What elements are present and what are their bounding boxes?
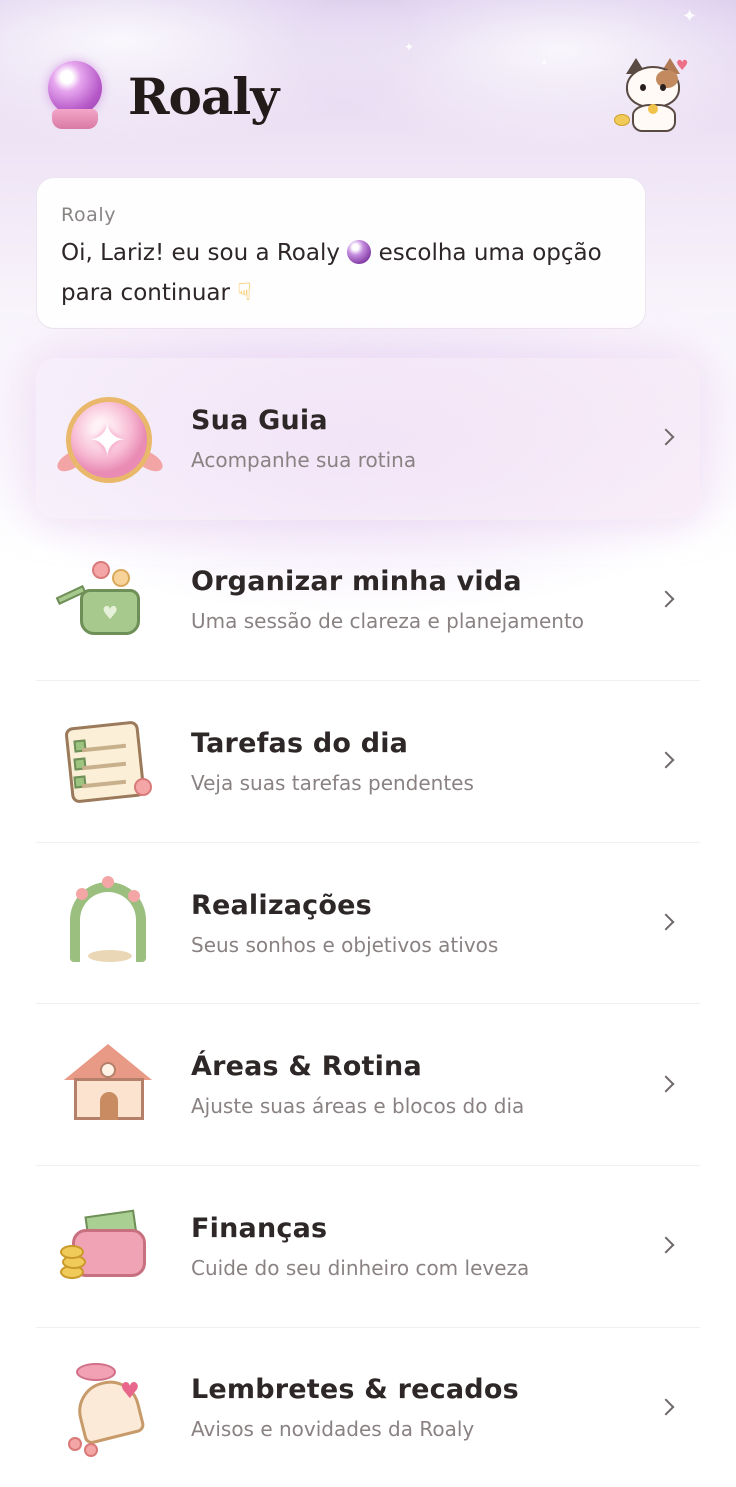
menu-item-title: Organizar minha vida [191, 566, 522, 598]
menu-item-subtitle: Ajuste suas áreas e blocos do dia [191, 1094, 525, 1119]
menu-item-subtitle: Cuide do seu dinheiro com leveza [191, 1255, 530, 1280]
menu-item-financas[interactable]: Finanças Cuide do seu dinheiro com levez… [36, 1166, 700, 1328]
menu-item-areas-rotina[interactable]: Áreas & Rotina Ajuste suas áreas e bloco… [36, 1004, 700, 1166]
message-text-part-1: Oi, Lariz! eu sou a Roaly [61, 240, 340, 266]
app-header: Roaly ♥ [44, 56, 692, 136]
chevron-right-icon [657, 913, 675, 931]
chevron-right-icon [657, 751, 675, 769]
menu-item-title: Finanças [191, 1212, 328, 1244]
chevron-right-icon [657, 428, 675, 446]
menu-item-subtitle: Acompanhe sua rotina [191, 447, 417, 472]
menu-item-title: Áreas & Rotina [191, 1051, 422, 1083]
assistant-message-bubble: Roaly Oi, Lariz! eu sou a Roaly escolha … [36, 177, 646, 329]
watering-can-icon: ♥ [54, 545, 164, 655]
app-title: Roaly [128, 66, 279, 126]
checklist-notepad-icon [54, 706, 164, 816]
flower-arch-icon [54, 868, 164, 978]
menu-item-tarefas-do-dia[interactable]: Tarefas do dia Veja suas tarefas pendent… [36, 681, 700, 843]
crystal-ball-logo-icon [44, 61, 106, 131]
sparkle-icon: ✦ [682, 6, 698, 27]
menu-item-subtitle: Seus sonhos e objetivos ativos [191, 932, 499, 957]
menu-item-realizacoes[interactable]: Realizações Seus sonhos e objetivos ativ… [36, 843, 700, 1005]
cottage-icon [54, 1030, 164, 1140]
menu-item-subtitle: Veja suas tarefas pendentes [191, 770, 474, 795]
cat-mascot-icon[interactable]: ♥ [612, 58, 692, 134]
sparkle-icon: ✦ [404, 40, 415, 54]
menu-item-subtitle: Uma sessão de clareza e planejamento [191, 609, 585, 634]
crystal-orb-icon: ✦ [54, 383, 166, 493]
menu-item-title: Realizações [191, 889, 372, 921]
message-text: Oi, Lariz! eu sou a Roaly escolha uma op… [61, 234, 621, 313]
menu-item-sua-guia[interactable]: ✦ Sua Guia Acompanhe sua rotina [36, 358, 700, 520]
chevron-right-icon [657, 1236, 675, 1254]
pointing-down-emoji-icon: ☟ [237, 278, 252, 306]
message-sender: Roaly [61, 204, 117, 226]
chevron-right-icon [657, 590, 675, 608]
main-menu: ✦ Sua Guia Acompanhe sua rotina ♥ Organi… [36, 358, 700, 1487]
menu-item-title: Sua Guia [191, 404, 328, 436]
bell-icon: ♥ [54, 1353, 164, 1463]
menu-item-title: Lembretes & recados [191, 1374, 519, 1406]
crystal-ball-emoji-icon [347, 240, 372, 264]
chevron-right-icon [657, 1075, 675, 1093]
wallet-icon [54, 1191, 164, 1301]
menu-item-subtitle: Avisos e novidades da Roaly [191, 1417, 475, 1442]
menu-item-organizar-minha-vida[interactable]: ♥ Organizar minha vida Uma sessão de cla… [36, 520, 700, 682]
menu-item-title: Tarefas do dia [191, 727, 409, 759]
chevron-right-icon [657, 1398, 675, 1416]
menu-item-lembretes-recados[interactable]: ♥ Lembretes & recados Avisos e novidades… [36, 1328, 700, 1487]
